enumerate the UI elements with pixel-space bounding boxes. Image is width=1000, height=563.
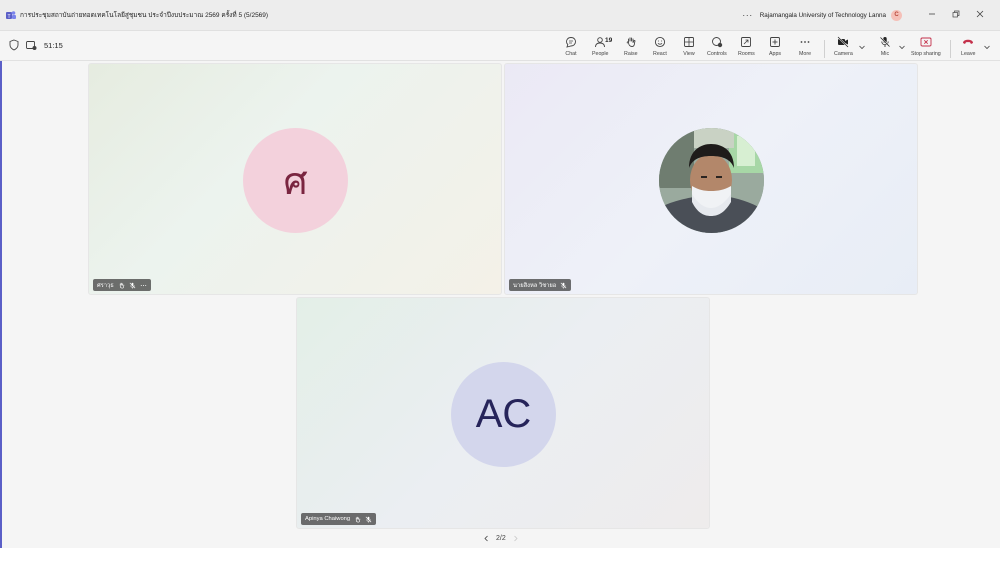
controls-icon: [711, 37, 723, 48]
participant-avatar: AC: [451, 362, 556, 467]
more-options-icon[interactable]: [140, 282, 147, 289]
shield-icon[interactable]: [8, 39, 20, 51]
mic-options-chevron-icon[interactable]: [898, 43, 906, 51]
participant-name: Apinya Chaiwong: [305, 516, 351, 522]
window-bottom: [0, 548, 1000, 563]
stop-sharing-icon: [920, 37, 932, 47]
raised-hand-icon: [119, 282, 125, 288]
react-label: React: [653, 51, 667, 57]
participant-tile[interactable]: ศ ศราวุธ: [88, 63, 502, 295]
participant-avatar: ศ: [243, 128, 348, 233]
close-icon: [976, 10, 984, 18]
toolbar-divider: [950, 40, 951, 58]
close-button[interactable]: [968, 10, 992, 20]
restore-button[interactable]: [944, 10, 968, 20]
rooms-label: Rooms: [738, 51, 755, 57]
stop-sharing-button[interactable]: Stop sharing: [911, 34, 941, 60]
mic-muted-icon: [365, 516, 372, 523]
page-indicator: 2/2: [496, 535, 506, 542]
recording-icon[interactable]: [25, 39, 37, 51]
add-apps-icon: [770, 37, 780, 47]
camera-off-icon: [837, 36, 849, 48]
rooms-button[interactable]: Rooms: [738, 34, 755, 60]
leave-label: Leave: [961, 51, 976, 57]
participant-nametag: ศราวุธ: [93, 279, 151, 291]
organization-name[interactable]: Rajamangala University of Technology Lan…: [760, 12, 886, 19]
people-label: People: [592, 51, 609, 57]
camera-options-chevron-icon[interactable]: [858, 43, 866, 51]
meeting-toolbar: 51:15 Chat People 19 Raise React View Co…: [0, 31, 1000, 61]
mic-button[interactable]: Mic: [879, 34, 891, 60]
mic-label: Mic: [880, 51, 890, 57]
minimize-icon: [929, 13, 935, 15]
chat-button[interactable]: Chat: [565, 34, 577, 60]
controls-label: Controls: [707, 51, 727, 57]
restore-icon: [952, 10, 960, 18]
settings-more-button[interactable]: ···: [742, 10, 753, 20]
raise-hand-icon: [626, 37, 636, 47]
previous-page-icon[interactable]: [483, 535, 490, 542]
people-count: 19: [605, 37, 613, 44]
view-label: View: [683, 51, 695, 57]
meeting-title: การประชุมสถาบันถ่ายทอดเทคโนโลยีสู่ชุมชน …: [20, 12, 269, 19]
controls-button[interactable]: Controls: [707, 34, 727, 60]
mic-off-icon: [879, 36, 891, 48]
apps-button[interactable]: Apps: [769, 34, 781, 60]
minimize-button[interactable]: [920, 10, 944, 20]
raise-label: Raise: [624, 51, 638, 57]
participant-name: นายสิงหล วิชายอ: [513, 283, 557, 289]
meeting-timer: 51:15: [44, 40, 63, 50]
raise-hand-button[interactable]: Raise: [624, 34, 638, 60]
leave-button[interactable]: Leave: [961, 34, 975, 60]
video-stage: ศ ศราวุธ นายสิงหล วิชายอ AC Apinya Chaiw…: [0, 61, 1000, 548]
apps-label: Apps: [769, 51, 782, 57]
gallery-pager: 2/2: [483, 535, 519, 542]
smiley-icon: [654, 36, 665, 48]
profile-avatar[interactable]: C: [891, 9, 902, 21]
mic-muted-icon: [129, 282, 136, 289]
teams-logo-icon: T: [6, 11, 16, 20]
camera-button[interactable]: Camera: [834, 34, 853, 60]
view-button[interactable]: View: [683, 34, 695, 60]
react-button[interactable]: React: [653, 34, 667, 60]
more-button[interactable]: More: [799, 34, 811, 60]
grid-view-icon: [684, 37, 694, 47]
raised-hand-icon: [356, 516, 361, 522]
breakout-rooms-icon: [741, 37, 752, 47]
next-page-icon[interactable]: [512, 535, 519, 542]
participant-nametag: นายสิงหล วิชายอ: [509, 279, 572, 291]
toolbar-divider: [824, 40, 825, 58]
title-bar: T การประชุมสถาบันถ่ายทอดเทคโนโลยีสู่ชุมช…: [0, 0, 1000, 31]
leave-options-chevron-icon[interactable]: [983, 43, 991, 51]
more-label: More: [799, 51, 812, 57]
stop-sharing-label: Stop sharing: [911, 51, 941, 57]
participant-name: ศราวุธ: [97, 283, 114, 289]
svg-text:T: T: [7, 14, 10, 20]
mic-muted-icon: [560, 282, 567, 289]
participant-tile[interactable]: AC Apinya Chaiwong: [296, 297, 710, 529]
participant-photo: [659, 128, 764, 233]
participant-tile[interactable]: นายสิงหล วิชายอ: [504, 63, 918, 295]
participant-nametag: Apinya Chaiwong: [301, 513, 377, 525]
camera-label: Camera: [834, 51, 853, 57]
phone-hangup-icon: [963, 39, 974, 44]
chat-icon: [566, 37, 576, 48]
more-icon: [800, 41, 810, 43]
participant-video: [659, 128, 764, 233]
chat-label: Chat: [565, 51, 577, 57]
